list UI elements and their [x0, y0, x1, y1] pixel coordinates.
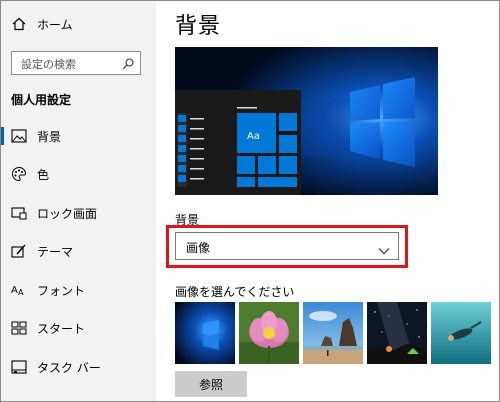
thumbnail-lotus-flower[interactable]: [239, 302, 299, 364]
sidebar-item-start[interactable]: スタート: [1, 313, 156, 343]
background-type-dropdown[interactable]: 画像: [175, 232, 399, 260]
lock-screen-icon: [11, 205, 27, 221]
sidebar-item-label: フォント: [37, 283, 86, 298]
font-icon: AA: [11, 282, 27, 298]
sidebar-item-label: タスク バー: [37, 360, 101, 375]
preview-tile-text: Aa: [247, 131, 260, 142]
home-label: ホーム: [37, 17, 73, 32]
sidebar-item-label: スタート: [37, 321, 86, 336]
sidebar-item-font[interactable]: AA フォント: [1, 275, 156, 305]
search-icon[interactable]: [121, 56, 135, 70]
sidebar-item-background[interactable]: 背景: [1, 121, 156, 151]
svg-text:A: A: [11, 285, 18, 296]
sidebar-item-lock-screen[interactable]: ロック画面: [1, 198, 156, 228]
start-tiles-icon: [11, 320, 27, 336]
thumbnail-night-sky[interactable]: [367, 302, 427, 364]
settings-search-input[interactable]: 設定の検索: [11, 51, 141, 75]
sidebar-item-theme[interactable]: テーマ: [1, 236, 156, 266]
taskbar-icon: [11, 359, 27, 375]
home-icon: [11, 16, 27, 32]
sidebar-item-label: 色: [37, 167, 50, 182]
sidebar-item-label: ロック画面: [37, 206, 98, 221]
settings-sidebar: ホーム 設定の検索 個人用設定 背景 色 ロック画面 テーマ A A フォント …: [1, 1, 156, 401]
thumbnail-beach-rocks[interactable]: [303, 302, 363, 364]
picture-icon: [11, 128, 27, 144]
search-placeholder: 設定の検索: [21, 58, 76, 71]
page-title: 背景: [175, 14, 222, 39]
choose-picture-label: 画像を選んでください: [175, 285, 295, 299]
section-title: 個人用設定: [11, 93, 72, 107]
background-preview: Aa: [175, 47, 438, 195]
theme-brush-icon: [11, 243, 27, 259]
home-nav[interactable]: ホーム: [1, 9, 156, 39]
thumbnail-underwater-swimmer[interactable]: [431, 302, 491, 364]
svg-text:A: A: [18, 288, 24, 297]
dropdown-selected-value: 画像: [186, 241, 211, 255]
picture-thumbnails: [175, 302, 500, 364]
sidebar-item-color[interactable]: 色: [1, 159, 156, 189]
chevron-down-icon: [378, 241, 390, 255]
sidebar-item-taskbar[interactable]: タスク バー: [1, 352, 156, 382]
thumbnail-windows-wallpaper[interactable]: [175, 302, 235, 364]
sidebar-item-label: テーマ: [37, 244, 74, 259]
selected-indicator: [1, 127, 4, 145]
palette-icon: [11, 166, 27, 182]
browse-button[interactable]: 参照: [175, 371, 247, 397]
sidebar-item-label: 背景: [37, 129, 62, 144]
